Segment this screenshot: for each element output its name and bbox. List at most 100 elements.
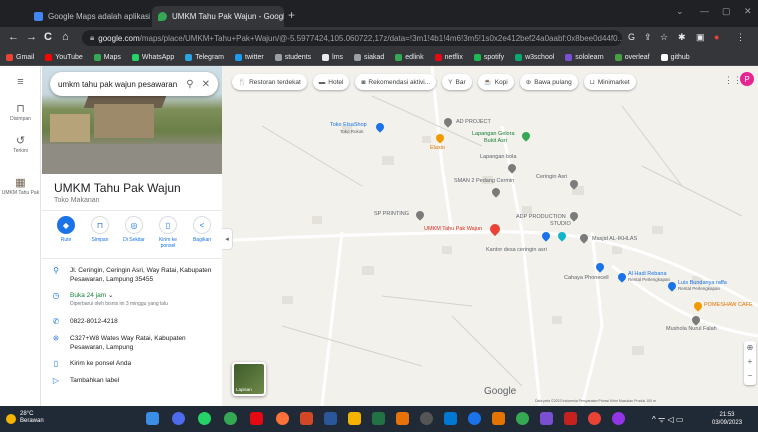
nearby-button[interactable]: ◎ Di Sekitar xyxy=(118,216,150,249)
directions-button[interactable]: ◆ Rute xyxy=(50,216,82,249)
map-label-masjid[interactable]: Masjid AL-IKHLAS xyxy=(592,236,637,242)
map-label-mushola[interactable]: Mushola Nurul Falah xyxy=(666,326,717,332)
chrome-icon[interactable] xyxy=(516,412,529,425)
word-icon[interactable] xyxy=(324,412,337,425)
menu-kebab-icon[interactable]: ⋮ xyxy=(736,32,745,43)
weather-widget[interactable]: 28°C Berawan xyxy=(20,411,44,425)
chip-rekomendasi-aktivi[interactable]: ◙ Rekomendasi aktivi... xyxy=(355,74,437,90)
map-label-adp-production[interactable]: ADP PRODUCTION xyxy=(516,214,566,220)
search-box[interactable]: umkm tahu pak wajun pesawaran ⚲ ✕ xyxy=(50,72,218,96)
bookmark-maps[interactable]: Maps xyxy=(93,53,121,61)
map-label-toko-elsashop[interactable]: Toko ElsaShop xyxy=(330,122,367,128)
layers-button[interactable]: Lapisan xyxy=(232,362,266,396)
rail-saved[interactable]: ⊓ Disimpan xyxy=(0,102,41,122)
bookmark-students[interactable]: students xyxy=(274,53,311,61)
forward-button[interactable]: → xyxy=(26,31,37,43)
start-button-icon[interactable] xyxy=(146,412,159,425)
zoom-app-icon[interactable] xyxy=(468,412,481,425)
phone-row[interactable]: ✆ 0822-8012-4218 xyxy=(42,317,222,326)
send-to-phone-row[interactable]: ▯ Kirim ke ponsel Anda xyxy=(42,359,222,368)
map-label-ceringin-asri[interactable]: Ceringin Asri xyxy=(536,174,567,180)
share-icon[interactable]: ⇪ xyxy=(644,32,652,43)
zoom-out-button[interactable]: − xyxy=(744,369,756,383)
bookmark-gmail[interactable]: Gmail xyxy=(6,53,34,61)
chip-hotel[interactable]: ▬ Hotel xyxy=(312,74,350,90)
search-icon[interactable]: ⚲ xyxy=(186,79,193,90)
bookmark-netflix[interactable]: netflix xyxy=(434,53,463,61)
extensions-icon[interactable]: ✱ xyxy=(678,32,686,43)
chip-bar[interactable]: Y Bar xyxy=(442,74,472,90)
app-icon[interactable] xyxy=(540,412,553,425)
whatsapp-icon[interactable] xyxy=(198,412,211,425)
profile-icon[interactable]: ● xyxy=(714,32,719,42)
app-icon[interactable] xyxy=(612,412,625,425)
address-bar[interactable]: 🔒︎ google.com /maps/place/UMKM+Tahu+Pak+… xyxy=(82,30,622,46)
tab-google-maps-article[interactable]: Google Maps adalah aplikasi.. × xyxy=(28,6,150,27)
zoom-in-button[interactable]: + xyxy=(744,355,756,369)
powerpoint-icon[interactable] xyxy=(300,412,313,425)
bookmark-spotify[interactable]: spotify xyxy=(473,53,504,61)
minimize-button[interactable]: — xyxy=(700,6,709,16)
firefox-icon[interactable] xyxy=(276,412,289,425)
chip-kopi[interactable]: ☕ Kopi xyxy=(477,74,514,90)
vscode-icon[interactable] xyxy=(444,412,457,425)
bookmark-w3school[interactable]: w3school xyxy=(515,53,554,61)
bookmark-youtube[interactable]: YouTube xyxy=(45,53,83,61)
chip-minimarket[interactable]: ⊔ Minimarket xyxy=(583,74,636,90)
hamburger-menu-icon[interactable]: ≡ xyxy=(0,76,41,88)
collapse-panel-button[interactable]: ◂ xyxy=(222,228,233,250)
chevron-down-icon[interactable]: ⌄ xyxy=(108,292,113,299)
avatar[interactable]: P xyxy=(740,72,754,86)
bookmark-overleaf[interactable]: overleaf xyxy=(614,53,650,61)
chip-bawa-pulang[interactable]: ⊕ Bawa pulang xyxy=(519,74,578,90)
side-panel-icon[interactable]: ▣ xyxy=(696,32,705,43)
map-label-sp-printing[interactable]: SP PRINTING xyxy=(374,211,409,217)
back-button[interactable]: ← xyxy=(8,31,19,43)
close-icon[interactable]: ✕ xyxy=(202,79,210,90)
plus-code-row[interactable]: ⁜ C327+W8 Wates Way Ratai, Kabupaten Pes… xyxy=(42,334,222,352)
save-button[interactable]: ⊓ Simpan xyxy=(84,216,116,249)
map-label-pomeshaw[interactable]: POMESHAW CAFE xyxy=(704,302,753,308)
map-label-sman2[interactable]: SMAN 2 Pedang Cermin xyxy=(454,178,514,184)
search-input[interactable]: umkm tahu pak wajun pesawaran xyxy=(58,80,186,89)
address-row[interactable]: ⚲ Jl. Ceringin, Ceringin Asri, Way Ratai… xyxy=(42,266,222,284)
map-label-kantor-desa[interactable]: Kantor desa ceringin asri xyxy=(486,247,547,253)
share-button[interactable]: < Bagikan xyxy=(186,216,218,249)
add-label-row[interactable]: ▷ Tambahkan label xyxy=(42,376,222,385)
tab-search-icon[interactable]: ⌄ xyxy=(676,6,684,17)
bookmark-github[interactable]: github xyxy=(660,53,690,61)
home-button[interactable]: ⌂ xyxy=(62,31,69,43)
new-tab-button[interactable]: + xyxy=(288,8,295,22)
netflix-icon[interactable] xyxy=(250,412,263,425)
excel-icon[interactable] xyxy=(372,412,385,425)
send-to-phone-button[interactable]: ▯ Kirim ke ponsel xyxy=(152,216,184,249)
acrobat-icon[interactable] xyxy=(564,412,577,425)
chip-restoran-terdekat[interactable]: 🍴 Restoran terdekat xyxy=(232,74,307,90)
map-label-elaxio[interactable]: Elaxio xyxy=(430,145,445,151)
maximize-button[interactable]: ▢ xyxy=(722,6,731,17)
map-canvas[interactable]: 🍴 Restoran terdekat ▬ Hotel ◙ Rekomendasi akt… xyxy=(222,66,758,406)
clock[interactable]: 21:53 03/09/2023 xyxy=(712,411,742,427)
github-desktop-icon[interactable] xyxy=(420,412,433,425)
rail-recent-place[interactable]: ▦ UMKM Tahu Pak xyxy=(0,176,41,196)
app-icon[interactable] xyxy=(588,412,601,425)
bookmark-whatsapp[interactable]: WhatsApp xyxy=(131,53,174,61)
reload-button[interactable]: C xyxy=(44,31,52,43)
bookmark-sololearn[interactable]: sololearn xyxy=(565,53,604,61)
bookmark-siakad[interactable]: siakad xyxy=(354,53,384,61)
tab-umkm-tahu[interactable]: UMKM Tahu Pak Wajun - Googl × xyxy=(152,6,284,27)
system-tray[interactable]: ^ ᯤ ◁ ▭ xyxy=(652,414,683,425)
bookmark-telegram[interactable]: Telegram xyxy=(185,53,224,61)
map-label-umkm[interactable]: UMKM Tahu Pak Wajun xyxy=(424,226,482,232)
map-label-cahaya[interactable]: Cahaya Phonecell xyxy=(564,275,609,281)
rail-recent[interactable]: ↺ Terkini xyxy=(0,134,41,154)
hours-row[interactable]: ◷ Buka 24 jam ⌄ Diperbarui oleh bisnis i… xyxy=(42,291,222,309)
chrome-icon[interactable] xyxy=(224,412,237,425)
app-icon[interactable] xyxy=(492,412,505,425)
bookmark-twitter[interactable]: twitter xyxy=(235,53,264,61)
map-label-ad-project[interactable]: AD PROJECT xyxy=(456,119,491,125)
google-lens-icon[interactable]: G xyxy=(628,32,635,42)
map-label-lapangan-bola[interactable]: Lapangan bola xyxy=(480,154,516,160)
map-footer[interactable]: Data peta ©2023 Indonesia Persyaratan Pr… xyxy=(535,399,656,403)
search-icon[interactable] xyxy=(172,412,185,425)
